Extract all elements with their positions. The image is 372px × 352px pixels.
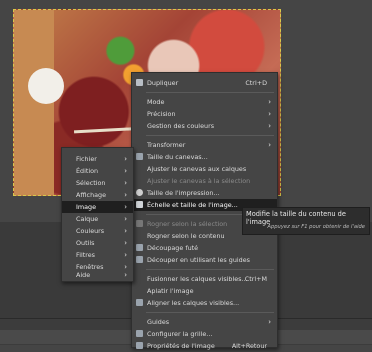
menu-item-aligner[interactable]: Aligner les calques visibles... (132, 297, 277, 309)
menu-item-grille[interactable]: Configurer la grille... (132, 328, 277, 340)
menu-item-ajuster-calques[interactable]: Ajuster le canevas aux calques (132, 163, 277, 175)
menu-label: Outils (76, 239, 95, 247)
menu-item-taille-impression[interactable]: Taille de l'impression... (132, 187, 277, 199)
menu-item-aide[interactable]: Aide › (62, 269, 133, 281)
menu-label: Fichier (76, 155, 97, 163)
duplicate-icon (136, 79, 143, 86)
menu-item-taille-canevas[interactable]: Taille du canevas... (132, 151, 277, 163)
scale-image-icon (136, 201, 143, 208)
menu-label: Sélection (76, 179, 106, 187)
submenu-arrow-icon: › (124, 227, 127, 235)
submenu-arrow-icon: › (124, 167, 127, 175)
tooltip: Modifie la taille du contenu de l'image … (242, 207, 370, 235)
submenu-arrow-icon: › (124, 239, 127, 247)
menu-separator (146, 312, 274, 313)
submenu-arrow-icon: › (124, 271, 127, 279)
menu-label: Mode (147, 98, 165, 106)
menu-label: Image (76, 203, 97, 211)
menu-item-edition[interactable]: Édition › (62, 165, 133, 177)
menu-label: Aide (76, 271, 91, 279)
grid-icon (136, 330, 143, 337)
menu-label: Filtres (76, 251, 96, 259)
shortcut: Ctrl+D (245, 79, 267, 87)
menu-label: Fusionner les calques visibles... (147, 275, 248, 283)
guillotine-icon (136, 244, 143, 251)
menu-item-guides[interactable]: Guides › (132, 316, 277, 328)
submenu-arrow-icon: › (268, 141, 271, 149)
submenu-arrow-icon: › (124, 155, 127, 163)
menu-item-outils[interactable]: Outils › (62, 237, 133, 249)
submenu-arrow-icon: › (124, 251, 127, 259)
submenu-arrow-icon: › (124, 179, 127, 187)
menu-label: Configurer la grille... (147, 330, 213, 338)
tooltip-hint: Appuyez sur F1 pour obtenir de l'aide (267, 224, 365, 230)
menu-label: Propriétés de l'image (147, 342, 215, 350)
menu-label: Rogner selon le contenu (147, 232, 225, 240)
menu-label: Calque (76, 215, 99, 223)
menu-label: Échelle et taille de l'image... (147, 201, 238, 209)
menu-label: Précision (147, 110, 176, 118)
shortcut: Alt+Retour (231, 342, 267, 350)
menu-item-image[interactable]: Image › (62, 201, 133, 213)
print-size-icon (136, 189, 143, 196)
menu-separator (146, 135, 274, 136)
submenu-arrow-icon: › (268, 122, 271, 130)
menu-item-filtres[interactable]: Filtres › (62, 249, 133, 261)
menu-item-decoupage-fute[interactable]: Découpage futé (132, 242, 277, 254)
menu-label: Aplatir l'image (147, 287, 194, 295)
menu-item-transformer[interactable]: Transformer › (132, 139, 277, 151)
menu-label: Édition (76, 167, 99, 175)
menu-item-selection[interactable]: Sélection › (62, 177, 133, 189)
align-icon (136, 299, 143, 306)
crop-icon (136, 220, 143, 227)
menu-item-aplatir[interactable]: Aplatir l'image (132, 285, 277, 297)
menu-label: Gestion des couleurs (147, 122, 215, 130)
submenu-arrow-icon: › (268, 98, 271, 106)
logo-badge (28, 68, 64, 104)
menu-separator (146, 269, 274, 270)
menu-label: Transformer (147, 141, 186, 149)
submenu-arrow-icon: › (124, 203, 127, 211)
submenu-arrow-icon: › (268, 110, 271, 118)
menu-label: Aligner les calques visibles... (147, 299, 240, 307)
menu-item-couleurs[interactable]: Couleurs › (62, 225, 133, 237)
menu-label: Ajuster le canevas aux calques (147, 165, 247, 173)
menu-label: Découper en utilisant les guides (147, 256, 250, 264)
properties-icon (136, 342, 143, 349)
canvas-size-icon (136, 153, 143, 160)
menu-item-fichier[interactable]: Fichier › (62, 153, 133, 165)
shortcut: Ctrl+M (244, 275, 267, 283)
menu-item-dupliquer[interactable]: Dupliquer Ctrl+D (132, 77, 277, 89)
submenu-arrow-icon: › (124, 191, 127, 199)
submenu-arrow-icon: › (124, 215, 127, 223)
menu-item-proprietes[interactable]: Propriétés de l'image Alt+Retour (132, 340, 277, 352)
slice-guides-icon (136, 256, 143, 263)
menu-label: Ajuster le canevas à la sélection (147, 177, 251, 185)
menu-item-gestion-couleurs[interactable]: Gestion des couleurs › (132, 120, 277, 132)
menu-label: Dupliquer (147, 79, 179, 87)
menu-item-mode[interactable]: Mode › (132, 96, 277, 108)
menu-item-ajuster-selection: Ajuster le canevas à la sélection (132, 175, 277, 187)
menu-label: Taille du canevas... (147, 153, 208, 161)
context-menu: Fichier › Édition › Sélection › Affichag… (61, 147, 134, 282)
submenu-arrow-icon: › (268, 318, 271, 326)
menu-item-affichage[interactable]: Affichage › (62, 189, 133, 201)
menu-item-decouper-guides[interactable]: Découper en utilisant les guides (132, 254, 277, 266)
menu-label: Taille de l'impression... (147, 189, 220, 197)
menu-item-precision[interactable]: Précision › (132, 108, 277, 120)
menu-label: Découpage futé (147, 244, 199, 252)
menu-label: Guides (147, 318, 170, 326)
menu-item-calque[interactable]: Calque › (62, 213, 133, 225)
menu-separator (146, 92, 274, 93)
menu-label: Rogner selon la sélection (147, 220, 228, 228)
menu-label: Couleurs (76, 227, 105, 235)
menu-label: Affichage (76, 191, 107, 199)
menu-item-fusionner[interactable]: Fusionner les calques visibles... Ctrl+M (132, 273, 277, 285)
